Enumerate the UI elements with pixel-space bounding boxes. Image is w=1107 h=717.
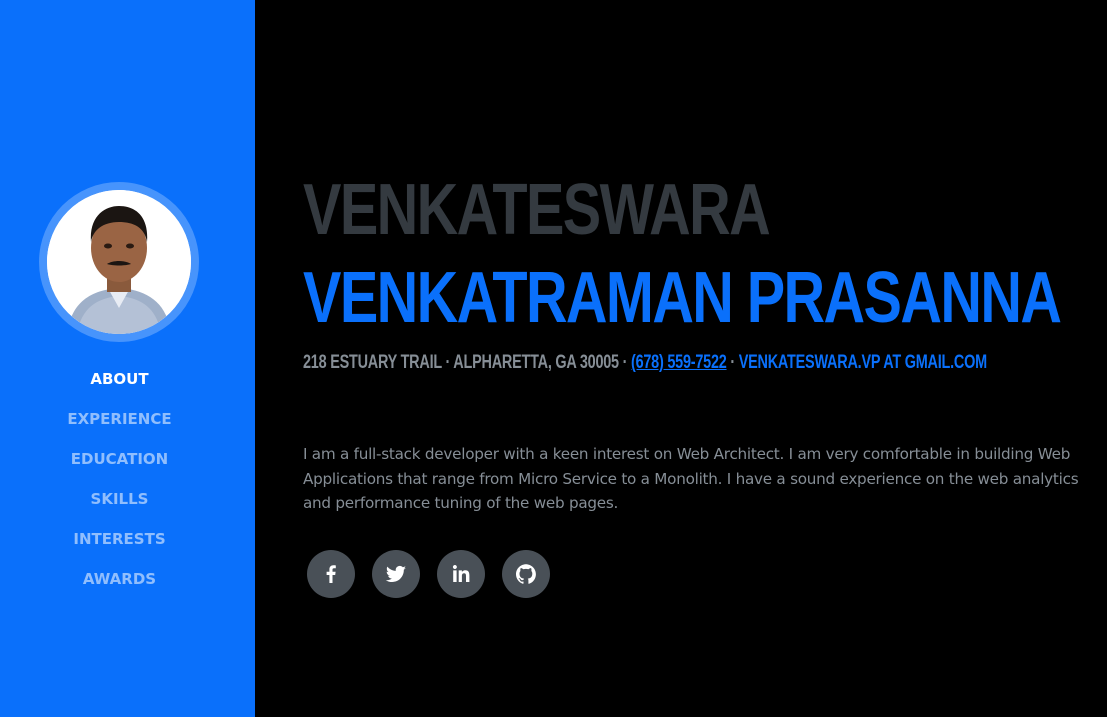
nav-item-education[interactable]: EDUCATION <box>0 446 239 486</box>
profile-photo-frame <box>39 182 199 342</box>
profile-photo <box>47 190 191 334</box>
bio-text: I am a full-stack developer with a keen … <box>303 445 1079 513</box>
last-name-heading: VENKATRAMAN PRASANNA <box>303 258 1062 338</box>
nav-item-awards[interactable]: AWARDS <box>0 566 239 606</box>
first-name-heading: VENKATESWARA <box>303 170 771 250</box>
nav-item-interests[interactable]: INTERESTS <box>0 526 239 566</box>
address-text: 218 ESTUARY TRAIL · ALPHARETTA, GA 30005… <box>303 352 631 373</box>
sidebar-nav: ABOUT EXPERIENCE EDUCATION SKILLS INTERE… <box>0 366 239 606</box>
linkedin-icon <box>449 562 473 586</box>
nav-item-about[interactable]: ABOUT <box>0 366 239 406</box>
github-icon <box>514 562 538 586</box>
phone-link[interactable]: (678) 559-7522 <box>631 352 727 373</box>
nav-item-experience[interactable]: EXPERIENCE <box>0 406 239 446</box>
email-link[interactable]: VENKATESWARA.VP AT GMAIL.COM <box>739 352 987 373</box>
twitter-icon <box>384 562 408 586</box>
twitter-link[interactable] <box>372 550 420 598</box>
linkedin-link[interactable] <box>437 550 485 598</box>
contact-line: 218 ESTUARY TRAIL · ALPHARETTA, GA 30005… <box>303 352 987 374</box>
facebook-icon <box>319 562 343 586</box>
sidebar: ABOUT EXPERIENCE EDUCATION SKILLS INTERE… <box>0 0 255 717</box>
about-section: VENKATESWARA VENKATRAMAN PRASANNA 218 ES… <box>303 0 1093 717</box>
facebook-link[interactable] <box>307 550 355 598</box>
github-link[interactable] <box>502 550 550 598</box>
social-icons <box>307 550 550 598</box>
contact-separator: · <box>726 352 739 373</box>
nav-item-skills[interactable]: SKILLS <box>0 486 239 526</box>
